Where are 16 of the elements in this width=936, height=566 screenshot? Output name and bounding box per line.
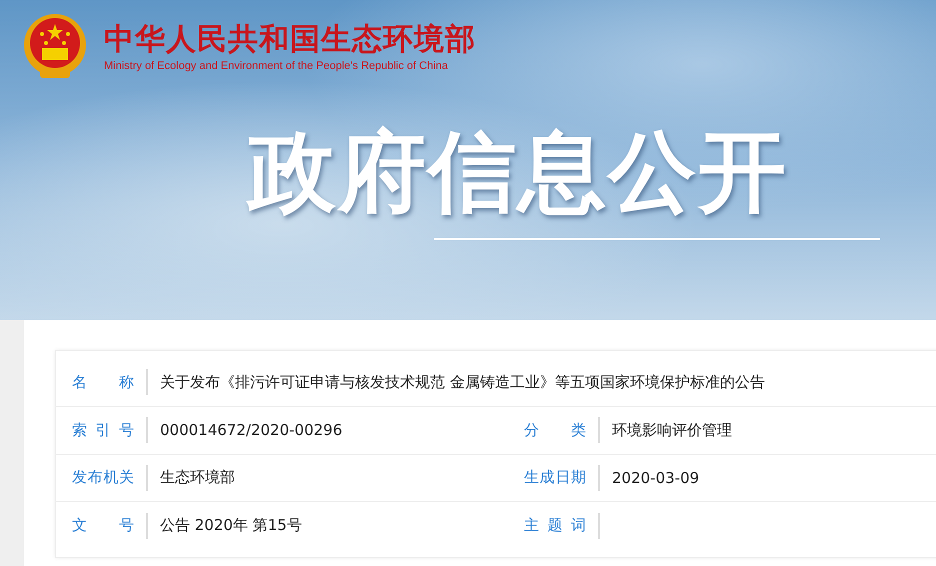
field-value: 生态环境部 bbox=[160, 468, 235, 488]
banner-title: 政府信息公开 bbox=[248, 122, 788, 222]
field-value: 2020-03-09 bbox=[612, 468, 700, 487]
field-label: 主题词 bbox=[524, 516, 586, 536]
field-value: 000014672/2020-00296 bbox=[160, 421, 342, 440]
field-label: 名称 bbox=[72, 372, 134, 392]
field-label: 分类 bbox=[524, 420, 586, 440]
site-title: 中华人民共和国生态环境部 bbox=[104, 22, 476, 58]
field-label: 文号 bbox=[72, 516, 134, 536]
field-value: 公告 2020年 第15号 bbox=[160, 516, 302, 536]
field-label: 发布机关 bbox=[72, 468, 134, 488]
field-value: 关于发布《排污许可证申请与核发技术规范 金属铸造工业》等五项国家环境保护标准的公告 bbox=[160, 372, 765, 392]
field-value: 环境影响评价管理 bbox=[612, 420, 732, 440]
field-label: 索引号 bbox=[72, 420, 134, 440]
site-subtitle: Ministry of Ecology and Environment of the People's Republic of China bbox=[104, 60, 449, 72]
field-label: 生成日期 bbox=[524, 468, 586, 488]
